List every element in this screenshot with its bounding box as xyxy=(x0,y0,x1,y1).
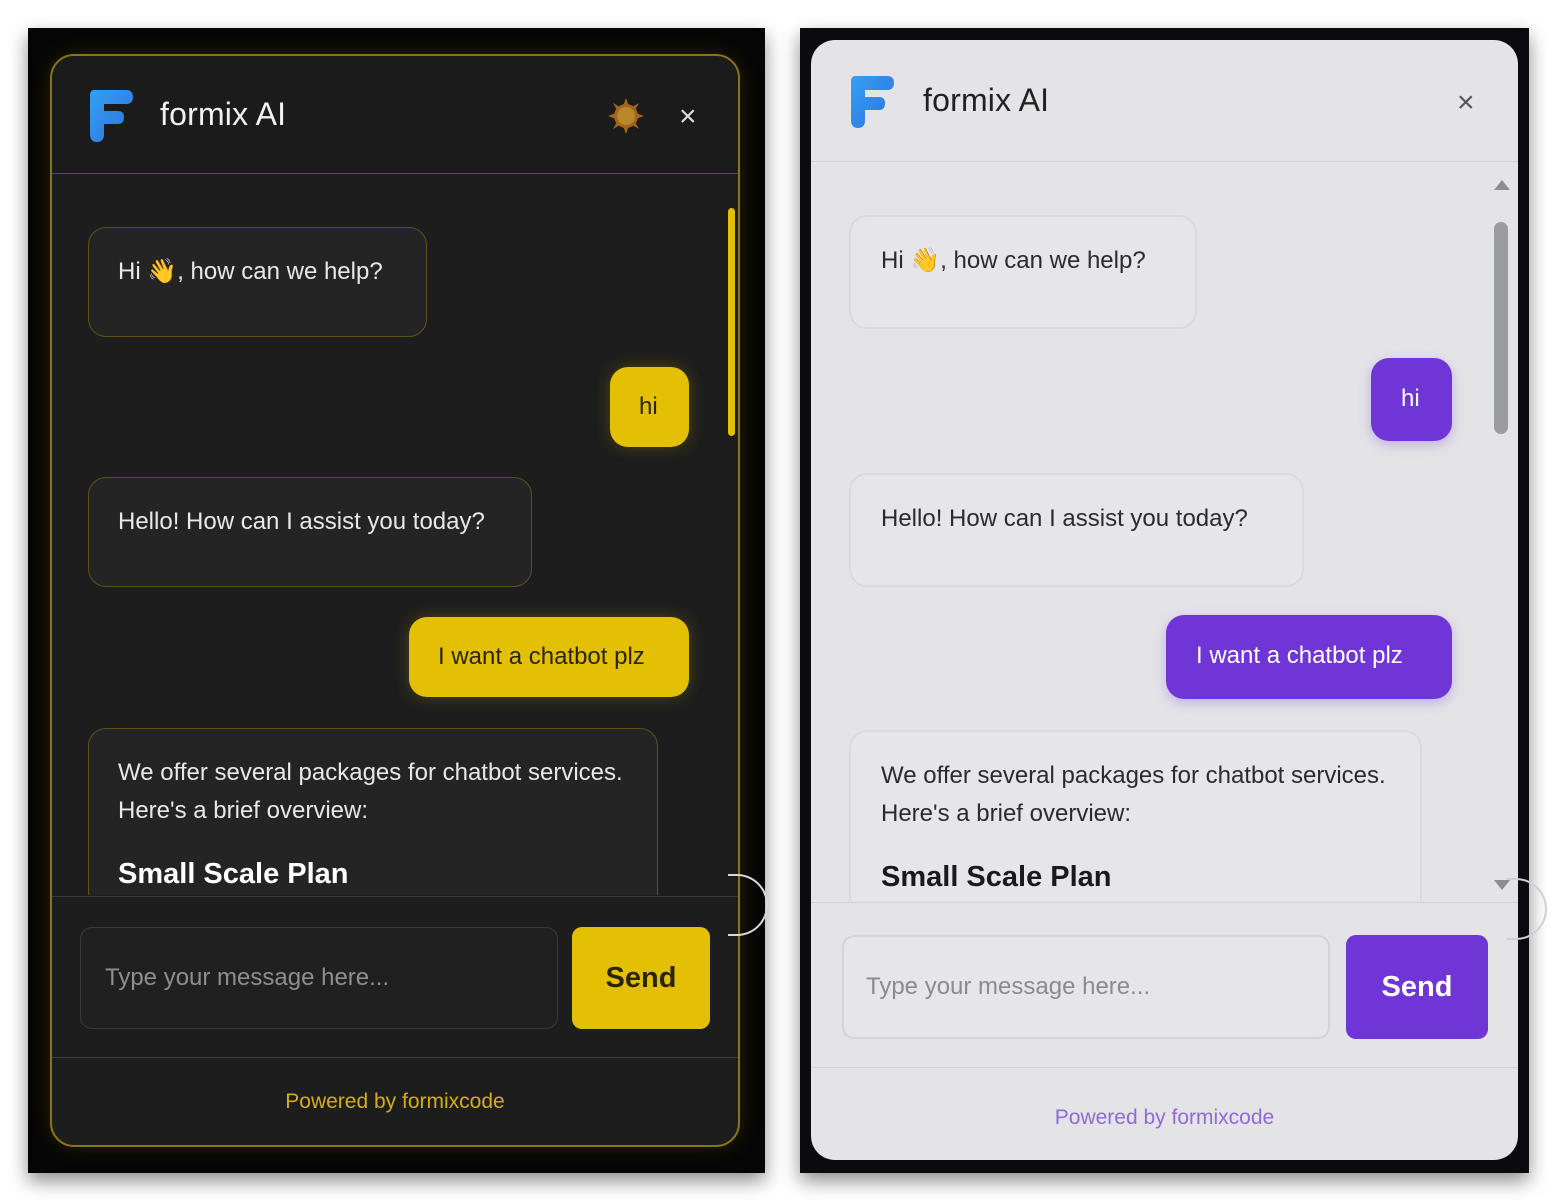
message-text: hi xyxy=(639,393,658,420)
bot-message: Hi 👋, how can we help? xyxy=(849,215,1197,329)
scrollbar-thumb[interactable] xyxy=(728,208,735,436)
app-title: formix AI xyxy=(923,82,1050,118)
formix-logo-icon xyxy=(851,76,894,128)
moon-icon xyxy=(1387,88,1415,115)
chat-header: formix AI × xyxy=(52,56,738,174)
dark-theme-screenshot: formix AI × Hi 👋, how can we help? hi He… xyxy=(28,28,768,1173)
message-text: I want a chatbot plz xyxy=(438,643,645,670)
user-message: hi xyxy=(610,367,689,447)
message-text: hi xyxy=(1401,385,1420,412)
close-button[interactable]: × xyxy=(679,102,697,132)
scroll-up-arrow-icon[interactable] xyxy=(1494,180,1510,190)
user-message: hi xyxy=(1371,358,1452,441)
plan-heading: Small Scale Plan xyxy=(118,858,349,890)
chat-header: formix AI × xyxy=(811,40,1518,162)
theme-toggle-button[interactable] xyxy=(604,94,648,138)
formix-logo-icon xyxy=(90,90,133,142)
send-button[interactable]: Send xyxy=(1346,935,1488,1039)
powered-by-footer[interactable]: Powered by formixcode xyxy=(52,1057,738,1145)
bot-message: We offer several packages for chatbot se… xyxy=(88,728,658,895)
bot-message: Hello! How can I assist you today? xyxy=(88,477,532,587)
message-text: Hello! How can I assist you today? xyxy=(881,505,1248,532)
message-list[interactable]: Hi 👋, how can we help? hi Hello! How can… xyxy=(811,163,1518,901)
chat-widget-light: formix AI × Hi 👋, how can we help? hi He… xyxy=(811,40,1518,1160)
bot-message: Hello! How can I assist you today? xyxy=(849,473,1304,587)
sun-icon xyxy=(608,98,644,134)
bot-message: We offer several packages for chatbot se… xyxy=(849,730,1422,901)
message-text: Hello! How can I assist you today? xyxy=(118,508,485,535)
user-message: I want a chatbot plz xyxy=(409,617,689,697)
chat-widget-dark: formix AI × Hi 👋, how can we help? hi He… xyxy=(50,54,740,1147)
light-theme-screenshot: formix AI × Hi 👋, how can we help? hi He… xyxy=(800,28,1547,1173)
app-title: formix AI xyxy=(160,96,287,132)
message-text: Hi 👋, how can we help? xyxy=(118,258,383,285)
powered-by-footer[interactable]: Powered by formixcode xyxy=(811,1070,1518,1160)
message-text: We offer several packages for chatbot se… xyxy=(118,759,623,824)
input-area: Send xyxy=(52,896,738,1058)
message-input[interactable] xyxy=(80,927,558,1029)
input-area: Send xyxy=(811,902,1518,1068)
launcher-edge xyxy=(728,874,768,936)
close-button[interactable]: × xyxy=(1457,88,1475,118)
send-button[interactable]: Send xyxy=(572,927,710,1029)
message-text: I want a chatbot plz xyxy=(1196,642,1403,669)
scrollbar-thumb[interactable] xyxy=(1494,222,1508,434)
plan-heading: Small Scale Plan xyxy=(881,861,1112,893)
user-message: I want a chatbot plz xyxy=(1166,615,1452,699)
launcher-edge xyxy=(1507,878,1547,940)
bot-message: Hi 👋, how can we help? xyxy=(88,227,427,337)
theme-toggle-button[interactable] xyxy=(1379,80,1423,124)
message-list[interactable]: Hi 👋, how can we help? hi Hello! How can… xyxy=(52,175,738,895)
message-input[interactable] xyxy=(842,935,1330,1039)
message-text: Hi 👋, how can we help? xyxy=(881,247,1146,274)
message-text: We offer several packages for chatbot se… xyxy=(881,762,1386,827)
